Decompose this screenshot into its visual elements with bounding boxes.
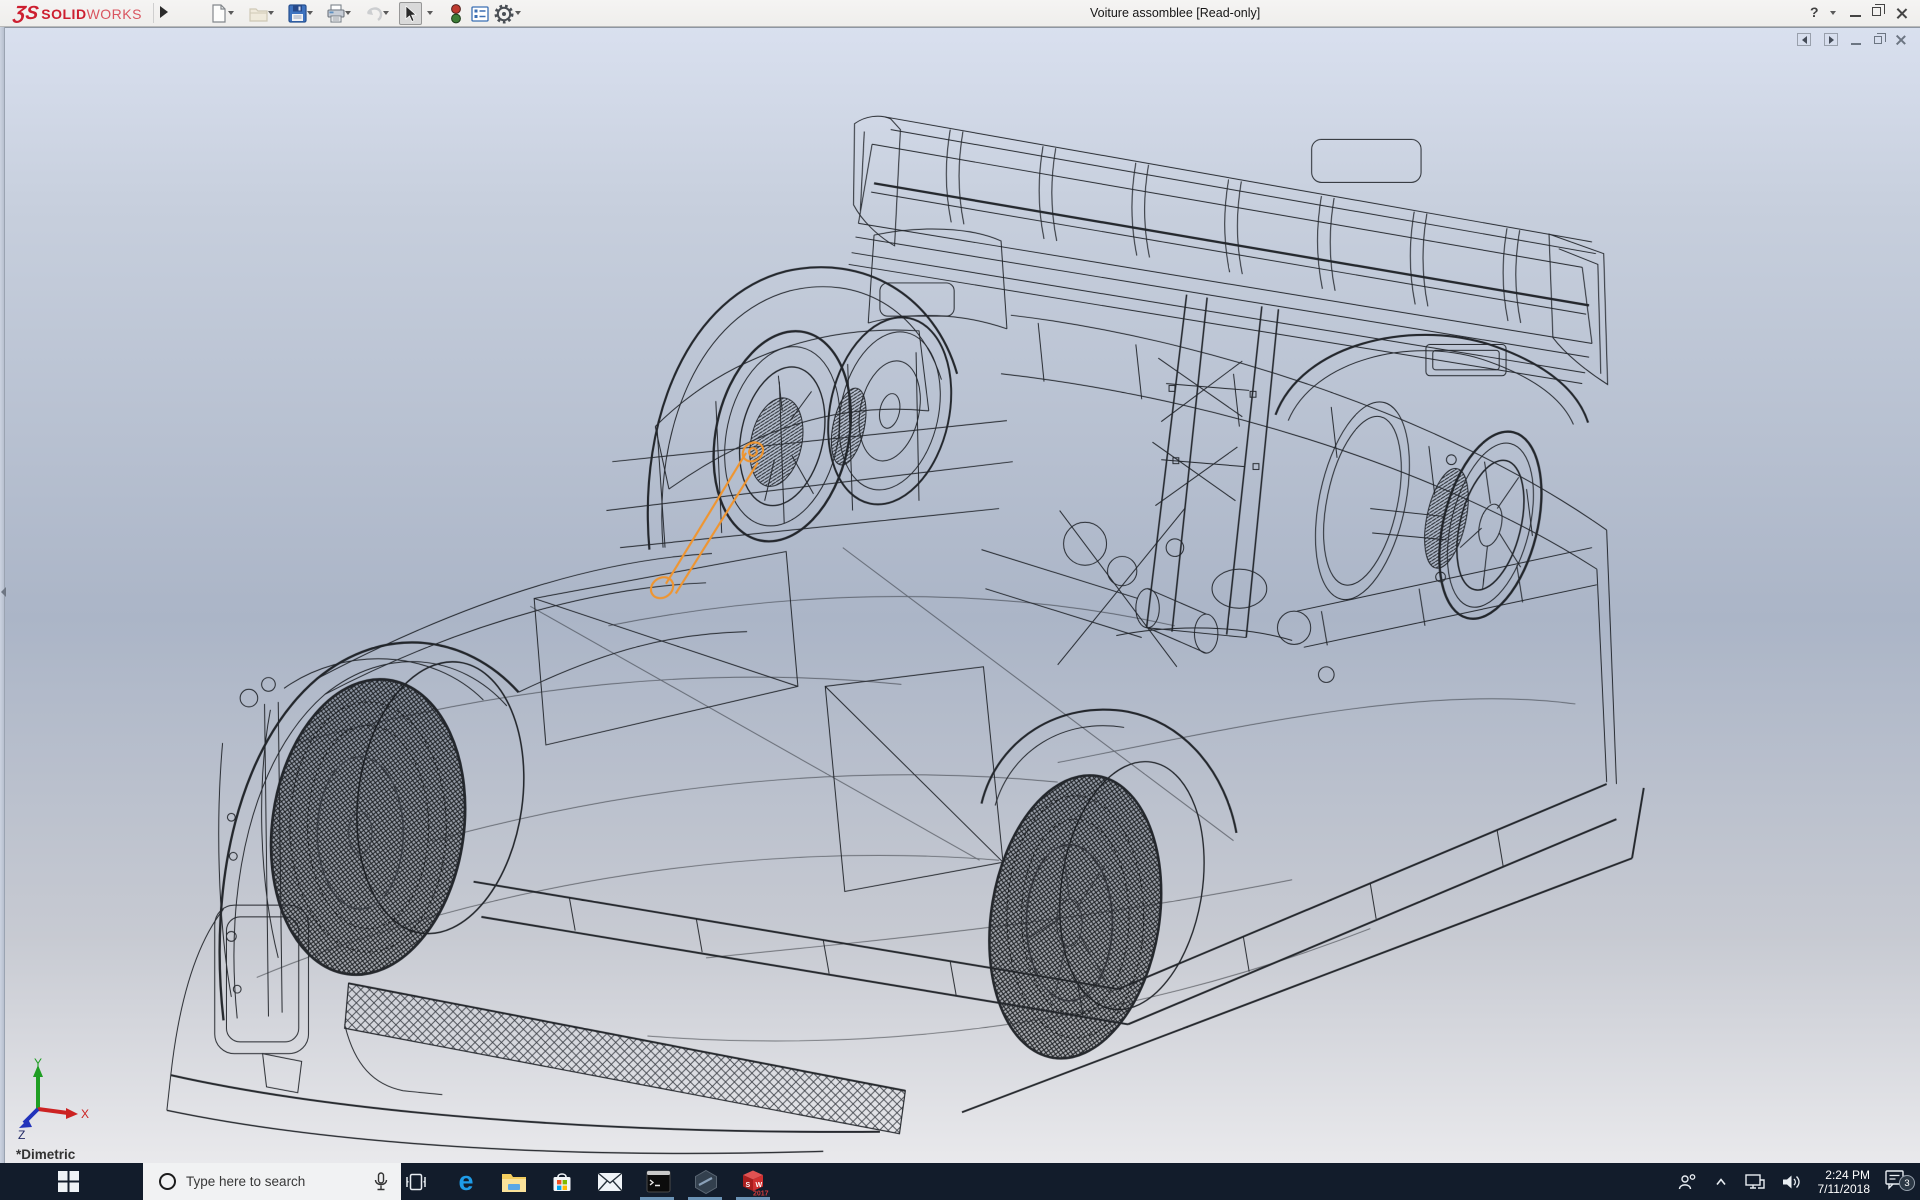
action-center-button[interactable]: 3	[1884, 1168, 1908, 1195]
open-dropdown-caret[interactable]	[268, 11, 274, 15]
windows-logo-icon	[58, 1171, 79, 1192]
taskbar-file-explorer-button[interactable]	[492, 1163, 536, 1200]
open-button[interactable]	[247, 2, 270, 25]
wireframe-car-model	[0, 27, 1920, 1163]
flyout-arrow-icon	[160, 6, 168, 18]
undo-arrow-icon	[364, 5, 384, 23]
task-view-button[interactable]	[394, 1163, 438, 1200]
toolbar-divider	[153, 3, 154, 23]
notification-badge: 3	[1899, 1175, 1915, 1191]
car-wireframe-lines	[167, 116, 1644, 1153]
file-explorer-icon	[501, 1171, 527, 1193]
clock-time: 2:24 PM	[1818, 1168, 1871, 1182]
clock-date: 7/11/2018	[1818, 1182, 1871, 1196]
print-button[interactable]	[324, 2, 347, 25]
menu-flyout-button[interactable]	[160, 6, 172, 20]
people-icon[interactable]	[1676, 1171, 1698, 1193]
options-dropdown-caret[interactable]	[515, 11, 521, 15]
tray-chevron-icon[interactable]	[1712, 1173, 1730, 1191]
taskbar-store-button[interactable]	[540, 1163, 584, 1200]
microsoft-store-icon	[550, 1170, 574, 1194]
volume-icon[interactable]	[1780, 1172, 1803, 1192]
x-axis-label: X	[81, 1107, 89, 1121]
minimize-button[interactable]	[1850, 15, 1861, 17]
network-icon[interactable]	[1744, 1172, 1766, 1192]
taskbar-search-box[interactable]	[143, 1163, 401, 1200]
taskbar-clock[interactable]: 2:24 PM 7/11/2018	[1818, 1168, 1871, 1196]
titlebar: ƷS SOLID WORKS	[0, 0, 1920, 27]
solidworks-logo-mark: ƷS	[12, 3, 39, 25]
z-axis-label: Z	[18, 1128, 25, 1142]
select-dropdown-caret[interactable]	[427, 11, 433, 15]
help-button[interactable]: ?	[1810, 4, 1819, 20]
open-folder-icon	[249, 5, 269, 23]
undo-button[interactable]	[362, 2, 385, 25]
search-input[interactable]	[186, 1174, 373, 1189]
command-prompt-icon	[646, 1170, 671, 1193]
display-pane-icon	[471, 6, 489, 22]
new-document-button[interactable]	[207, 2, 230, 25]
edge-icon: e	[458, 1168, 473, 1195]
svg-text:S: S	[746, 1182, 751, 1189]
close-button[interactable]	[1896, 7, 1908, 19]
start-button[interactable]	[40, 1163, 96, 1200]
restore-button[interactable]	[1872, 7, 1881, 16]
hexagon-app-icon	[693, 1169, 719, 1195]
new-document-icon	[210, 4, 228, 23]
cortana-icon	[159, 1173, 176, 1190]
options-button[interactable]	[492, 2, 515, 25]
print-dropdown-caret[interactable]	[345, 11, 351, 15]
display-pane-button[interactable]	[468, 2, 491, 25]
svg-text:W: W	[756, 1182, 763, 1189]
windows-taskbar: e	[0, 1163, 1920, 1200]
solidworks-2017-icon: S W 2017	[739, 1168, 769, 1196]
orientation-triad: Y X Z	[16, 1057, 96, 1142]
select-tool-button[interactable]	[399, 2, 422, 25]
taskbar-hexagon-app-button[interactable]	[684, 1163, 728, 1200]
svg-text:2017: 2017	[753, 1190, 769, 1196]
print-icon	[326, 4, 346, 23]
taskbar-command-prompt-button[interactable]	[636, 1163, 680, 1200]
save-button[interactable]	[286, 2, 309, 25]
taskbar-mail-button[interactable]	[588, 1163, 632, 1200]
mail-icon	[597, 1172, 623, 1192]
traffic-light-icon	[450, 4, 462, 24]
selection-filter-button[interactable]	[444, 2, 467, 25]
document-title: Voiture assomblee [Read-only]	[1090, 6, 1260, 20]
system-tray: 2:24 PM 7/11/2018 3	[1669, 1163, 1920, 1200]
y-axis-label: Y	[34, 1057, 42, 1070]
gear-icon	[494, 4, 514, 24]
undo-dropdown-caret[interactable]	[383, 11, 389, 15]
graphics-viewport[interactable]: Y X Z *Dimetric	[0, 27, 1920, 1163]
microphone-icon[interactable]	[373, 1172, 389, 1192]
taskbar-solidworks-button[interactable]: S W 2017	[732, 1163, 776, 1200]
save-floppy-icon	[288, 4, 307, 23]
help-dropdown-caret[interactable]	[1830, 11, 1836, 15]
save-dropdown-caret[interactable]	[307, 11, 313, 15]
x-axis-arrowhead	[66, 1108, 78, 1119]
select-arrow-icon	[403, 5, 418, 23]
selected-component-pushrod[interactable]	[647, 439, 767, 603]
taskbar-edge-button[interactable]: e	[444, 1163, 488, 1200]
solidworks-logo: ƷS SOLID WORKS	[14, 3, 142, 24]
task-view-icon	[404, 1170, 428, 1194]
view-orientation-label: *Dimetric	[16, 1147, 75, 1162]
new-dropdown-caret[interactable]	[228, 11, 234, 15]
